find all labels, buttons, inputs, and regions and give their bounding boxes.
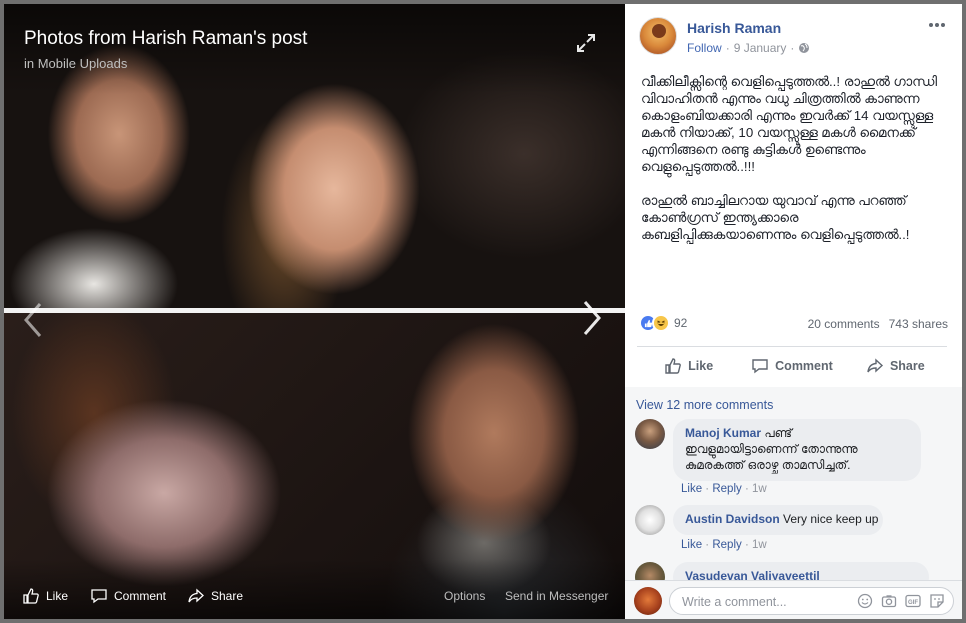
reactions-summary[interactable]: 92 [639,314,687,332]
comment-bubble: Austin Davidson Very nice keep up [673,505,883,535]
comment-button-label: Comment [775,359,833,373]
sticker-icon[interactable] [929,593,945,609]
like-icon [665,358,682,374]
album-link[interactable]: in Mobile Uploads [24,56,127,71]
follow-link[interactable]: Follow [687,41,722,55]
chevron-right-icon[interactable] [579,298,605,338]
photo-options-label: Options [444,589,486,603]
comment-bubble: Manoj Kumar പണ്ട് ഇവളുമായിട്ടാണെന്ന് തോന… [673,419,921,481]
camera-icon[interactable] [881,593,897,609]
photo-like-button[interactable]: Like [22,573,68,619]
composer-icons: GIF [857,593,945,609]
meta-separator-2: · [790,41,795,55]
actions-top-divider [637,346,947,347]
photo-comment-label: Comment [114,589,167,603]
comment-text-line-1: പണ്ട് [764,426,792,440]
photo-options-button[interactable]: Options [444,573,485,619]
comment-button[interactable]: Comment [740,348,843,384]
more-icon[interactable] [928,18,946,32]
share-icon [867,358,883,373]
like-icon [23,588,39,604]
post-panel: Harish Raman Follow · 9 January · വീക്കി… [625,4,962,619]
comment-composer: Write a comment... GIF [625,580,962,619]
comment-text: Very nice keep up [783,512,879,526]
chevron-left-icon[interactable] [20,300,46,340]
comments-count[interactable]: 20 comments [808,317,880,331]
like-button[interactable]: Like [637,348,740,384]
like-button-label: Like [688,359,714,373]
photo-like-label: Like [46,589,69,603]
commenter-name[interactable]: Austin Davidson [685,512,780,526]
comment-input[interactable]: Write a comment... GIF [669,587,954,615]
author-name[interactable]: Harish Raman [687,20,781,36]
post-paragraph-1: വീക്കിലീക്സിന്റെ വെളിപ്പെടുത്തൽ..! രാഹുൽ… [641,74,938,174]
comment-dot-2: · [741,539,752,551]
comment-icon [91,589,107,604]
send-in-messenger-label: Send in Messenger [505,589,609,603]
send-in-messenger-button[interactable]: Send in Messenger [505,573,608,619]
comment-reply-link[interactable]: Reply [712,483,741,495]
current-user-avatar [634,587,662,615]
photo-action-bar: Like Comment Share Options Send in Messe… [4,573,625,619]
photo-share-label: Share [211,589,244,603]
commenter-name[interactable]: Manoj Kumar [685,426,761,440]
share-icon [188,588,204,603]
author-avatar[interactable] [639,17,677,55]
comment-bubble: Vasudevan Valiyaveettil [673,562,929,580]
commenter-avatar[interactable] [635,562,665,580]
meta-separator: · [725,41,730,55]
gif-icon[interactable]: GIF [905,593,921,609]
comment-icon [752,359,768,374]
comment-like-link[interactable]: Like [681,483,702,495]
post-stats: 20 comments 743 shares [808,317,948,331]
comment-actions: Like · Reply · 1w [681,483,767,495]
share-button[interactable]: Share [844,348,947,384]
comment-dot: · [702,539,713,551]
comment-dot-2: · [741,483,752,495]
haha-reaction-icon [652,314,670,332]
post-text: വീക്കിലീക്സിന്റെ വെളിപ്പെടുത്തൽ..! രാഹുൽ… [641,73,951,260]
commenter-avatar[interactable] [635,505,665,535]
comment-dot: · [702,483,713,495]
post-date[interactable]: 9 January [734,41,787,55]
commenter-name[interactable]: Vasudevan Valiyaveettil [685,569,820,580]
post-meta: Follow · 9 January · [687,41,810,55]
photo-title[interactable]: Photos from Harish Raman's post [24,28,307,50]
comment-actions: Like · Reply · 1w [681,539,767,551]
photo-comment-button[interactable]: Comment [90,573,166,619]
comment-text-line-3: കുമരകത്ത് ഒരാഴ്ച താമസിച്ചത്. [685,458,851,472]
expand-icon[interactable] [575,32,597,54]
comment-time[interactable]: 1w [752,483,767,495]
post-paragraph-2: രാഹുൽ ബാച്ചിലറായ യുവാവ് എന്നു പറഞ്ഞ് കോൺ… [641,193,910,242]
post-actions: Like Comment Share [637,348,947,384]
commenter-avatar[interactable] [635,419,665,449]
comments-section: View 12 more comments Manoj Kumar പണ്ട് … [625,387,962,580]
comment-text-line-2: ഇവളുമായിട്ടാണെന്ന് തോന്നുന്നു [685,442,858,456]
emoji-icon[interactable] [857,593,873,609]
comment-time[interactable]: 1w [752,539,767,551]
share-button-label: Share [889,359,925,373]
photo-share-button[interactable]: Share [187,573,243,619]
svg-text:GIF: GIF [908,600,918,606]
comment-input-placeholder: Write a comment... [682,595,787,609]
comment-like-link[interactable]: Like [681,539,702,551]
reaction-count: 92 [674,316,688,330]
photo-viewer: Photos from Harish Raman's post in Mobil… [4,4,625,619]
view-more-comments-link[interactable]: View 12 more comments [636,398,773,412]
comment-reply-link[interactable]: Reply [712,539,741,551]
shares-count[interactable]: 743 shares [889,317,948,331]
globe-icon [799,43,810,53]
